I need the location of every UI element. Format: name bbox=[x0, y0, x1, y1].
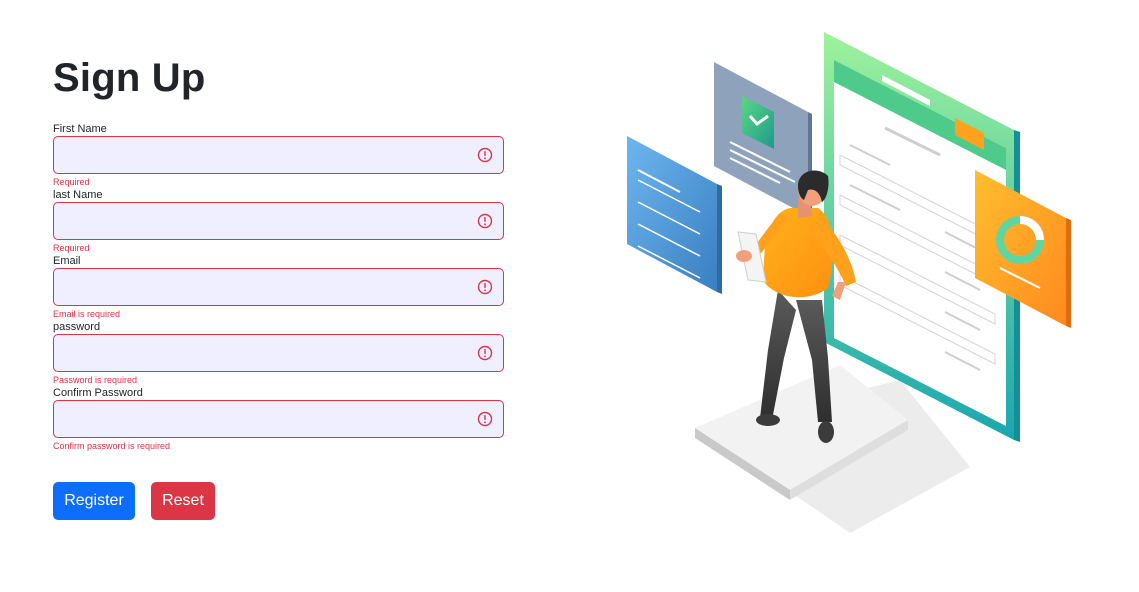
first-name-input[interactable] bbox=[53, 136, 504, 174]
signup-form: Sign Up First Name Required last Name Re… bbox=[53, 54, 504, 452]
password-input[interactable] bbox=[53, 334, 504, 372]
email-label: Email bbox=[53, 255, 81, 267]
email-input[interactable] bbox=[53, 268, 504, 306]
register-button[interactable]: Register bbox=[53, 482, 135, 520]
exclamation-circle-icon bbox=[477, 411, 493, 427]
check-card bbox=[714, 62, 812, 218]
confirm-password-error: Confirm password is required bbox=[53, 441, 171, 451]
confirm-password-input-wrap bbox=[53, 400, 504, 438]
blue-card bbox=[627, 136, 722, 294]
last-name-group: last Name Required bbox=[53, 188, 504, 254]
first-name-error: Required bbox=[53, 177, 90, 187]
first-name-input-wrap bbox=[53, 136, 504, 174]
password-input-wrap bbox=[53, 334, 504, 372]
signup-illustration bbox=[627, 32, 1071, 533]
email-group: Email Email is required bbox=[53, 254, 504, 320]
last-name-error: Required bbox=[53, 243, 90, 253]
confirm-password-group: Confirm Password Confirm password is req… bbox=[53, 386, 504, 452]
password-label: password bbox=[53, 321, 101, 333]
reset-button[interactable]: Reset bbox=[151, 482, 215, 520]
last-name-label: last Name bbox=[53, 189, 103, 201]
first-name-label: First Name bbox=[53, 123, 107, 135]
first-name-group: First Name Required bbox=[53, 122, 504, 188]
exclamation-circle-icon bbox=[477, 213, 493, 229]
email-input-wrap bbox=[53, 268, 504, 306]
confirm-password-input[interactable] bbox=[53, 400, 504, 438]
password-error: Password is required bbox=[53, 375, 138, 385]
signup-page: Sign Up First Name Required last Name Re… bbox=[0, 0, 1139, 592]
last-name-input-wrap bbox=[53, 202, 504, 240]
exclamation-circle-icon bbox=[477, 147, 493, 163]
exclamation-circle-icon bbox=[477, 345, 493, 361]
last-name-input[interactable] bbox=[53, 202, 504, 240]
email-error: Email is required bbox=[53, 309, 121, 319]
page-title: Sign Up bbox=[53, 56, 206, 100]
exclamation-circle-icon bbox=[477, 279, 493, 295]
confirm-password-label: Confirm Password bbox=[53, 387, 143, 399]
password-group: password Password is required bbox=[53, 320, 504, 386]
